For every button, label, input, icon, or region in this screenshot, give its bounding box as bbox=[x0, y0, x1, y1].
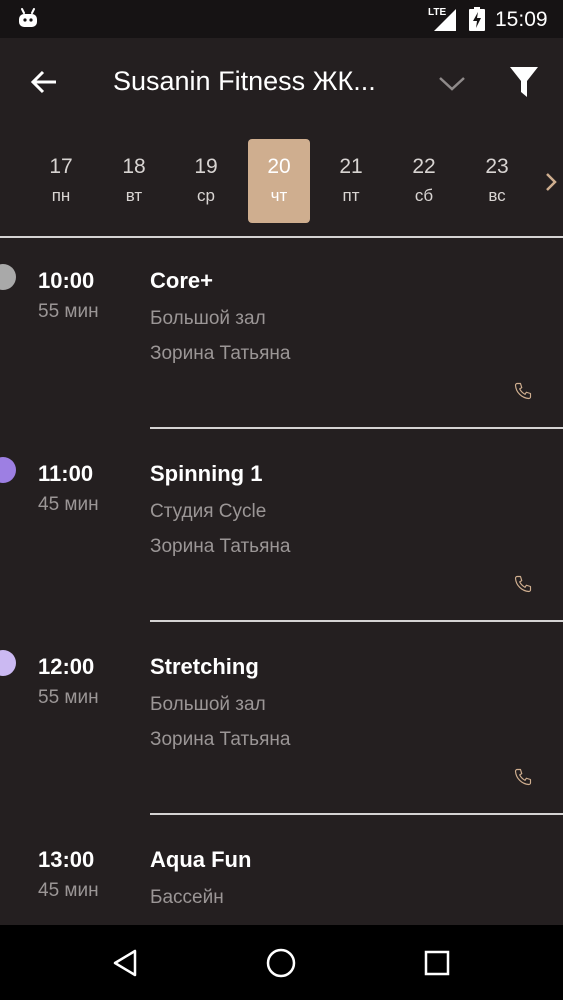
day-item[interactable]: 18 вт bbox=[103, 139, 165, 223]
divider bbox=[150, 427, 563, 429]
session-color-dot bbox=[0, 650, 16, 676]
day-item[interactable]: 22 сб bbox=[393, 139, 455, 223]
nav-recents-button[interactable] bbox=[412, 939, 462, 987]
session-duration: 45 мин bbox=[38, 494, 99, 515]
divider bbox=[150, 620, 563, 622]
call-button[interactable] bbox=[508, 569, 538, 599]
session-room: Бассейн bbox=[150, 887, 224, 908]
session-time: 10:00 bbox=[38, 268, 95, 293]
signal-icon bbox=[434, 9, 456, 31]
toolbar: Susanin Fitness ЖК... bbox=[0, 38, 563, 126]
session-row[interactable]: 11:00 45 мин Spinning 1 Студия Cycle Зор… bbox=[0, 431, 563, 624]
home-circle-icon bbox=[266, 948, 296, 978]
day-item[interactable]: 23 вс bbox=[466, 139, 528, 223]
day-weekday: вт bbox=[125, 186, 143, 205]
day-weekday: вс bbox=[488, 186, 506, 205]
day-number: 17 bbox=[49, 155, 73, 178]
chevron-right-icon bbox=[545, 173, 557, 191]
day-number: 18 bbox=[122, 155, 146, 178]
session-color-dot bbox=[0, 264, 16, 290]
back-button[interactable] bbox=[22, 60, 66, 104]
schedule-list: 10:00 55 мин Core+ Большой зал Зорина Та… bbox=[0, 238, 563, 925]
session-name: Aqua Fun bbox=[150, 847, 252, 872]
date-strip: 17 пн 18 вт 19 ср 20 чт 21 пт 22 сб 23 в… bbox=[0, 126, 563, 236]
chevron-down-icon bbox=[439, 77, 465, 91]
day-item[interactable]: 21 пт bbox=[320, 139, 382, 223]
day-item-selected[interactable]: 20 чт bbox=[248, 139, 310, 223]
session-time: 13:00 bbox=[38, 847, 95, 872]
session-color-dot bbox=[0, 457, 16, 483]
session-name: Stretching bbox=[150, 654, 259, 679]
day-weekday: пн bbox=[51, 186, 71, 205]
session-room: Студия Cycle bbox=[150, 501, 267, 522]
status-clock: 15:09 bbox=[495, 8, 548, 31]
session-name: Spinning 1 bbox=[150, 461, 263, 486]
session-name: Core+ bbox=[150, 268, 213, 293]
session-trainer: Зорина Татьяна bbox=[150, 536, 291, 557]
nav-home-button[interactable] bbox=[256, 939, 306, 987]
session-duration: 45 мин bbox=[38, 880, 99, 901]
phone-icon bbox=[514, 768, 532, 786]
day-weekday: сб bbox=[414, 186, 434, 205]
day-number: 20 bbox=[267, 155, 291, 178]
day-item[interactable]: 17 пн bbox=[30, 139, 92, 223]
next-week-button[interactable] bbox=[538, 166, 563, 198]
day-number: 22 bbox=[412, 155, 436, 178]
back-arrow-icon bbox=[30, 70, 56, 94]
session-room: Большой зал bbox=[150, 308, 266, 329]
phone-icon bbox=[514, 575, 532, 593]
recents-square-icon bbox=[424, 950, 450, 976]
day-number: 23 bbox=[485, 155, 509, 178]
day-weekday: чт bbox=[270, 186, 288, 205]
back-triangle-icon bbox=[113, 949, 137, 977]
club-dropdown-button[interactable] bbox=[430, 64, 474, 104]
session-room: Большой зал bbox=[150, 694, 266, 715]
phone-icon bbox=[514, 382, 532, 400]
session-trainer: Зорина Татьяна bbox=[150, 343, 291, 364]
status-bar: LTE 15:09 bbox=[0, 0, 563, 38]
session-row[interactable]: 10:00 55 мин Core+ Большой зал Зорина Та… bbox=[0, 238, 563, 431]
day-item[interactable]: 19 ср bbox=[175, 139, 237, 223]
nav-back-button[interactable] bbox=[100, 939, 150, 987]
session-time: 12:00 bbox=[38, 654, 95, 679]
call-button[interactable] bbox=[508, 376, 538, 406]
day-weekday: пт bbox=[342, 186, 360, 205]
session-duration: 55 мин bbox=[38, 301, 99, 322]
day-number: 21 bbox=[339, 155, 363, 178]
filter-icon bbox=[510, 67, 538, 97]
day-number: 19 bbox=[194, 155, 218, 178]
club-title[interactable]: Susanin Fitness ЖК... bbox=[113, 66, 376, 97]
session-time: 11:00 bbox=[38, 461, 94, 486]
day-weekday: ср bbox=[197, 186, 215, 205]
divider bbox=[150, 813, 563, 815]
battery-charging-icon bbox=[469, 7, 485, 31]
session-trainer: Зорина Татьяна bbox=[150, 729, 291, 750]
session-row[interactable]: 12:00 55 мин Stretching Большой зал Зори… bbox=[0, 624, 563, 817]
session-duration: 55 мин bbox=[38, 687, 99, 708]
session-row[interactable]: 13:00 45 мин Aqua Fun Бассейн bbox=[0, 817, 563, 925]
navigation-bar bbox=[0, 925, 563, 1000]
call-button[interactable] bbox=[508, 762, 538, 792]
filter-button[interactable] bbox=[502, 60, 546, 104]
android-notification-icon bbox=[19, 8, 37, 27]
